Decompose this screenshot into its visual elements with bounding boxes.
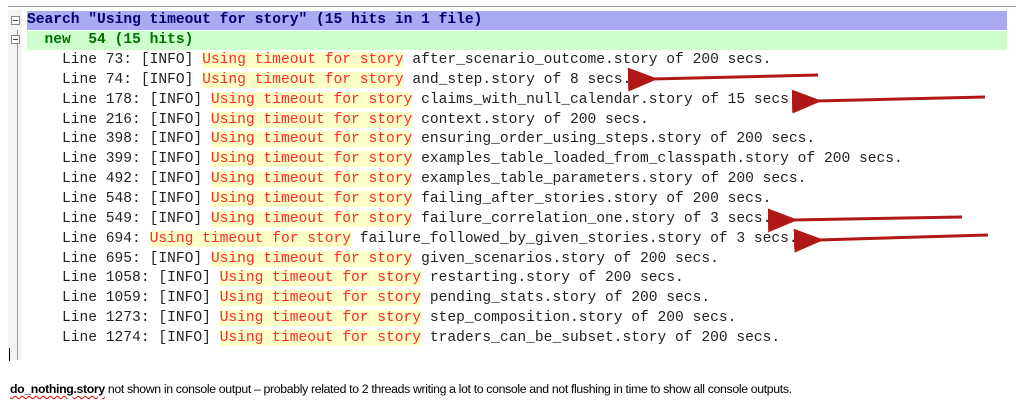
arrow-annotation — [767, 208, 963, 233]
note-text: not shown in console output – probably r… — [104, 382, 792, 396]
story-name: do_nothing.story — [10, 382, 105, 396]
arrow-annotation — [627, 67, 819, 92]
arrow-annotation — [791, 89, 986, 114]
arrow-annotation — [793, 228, 989, 253]
explanation-note: do_nothing.story not shown in console ou… — [10, 382, 792, 396]
annotation-arrows — [627, 67, 989, 253]
